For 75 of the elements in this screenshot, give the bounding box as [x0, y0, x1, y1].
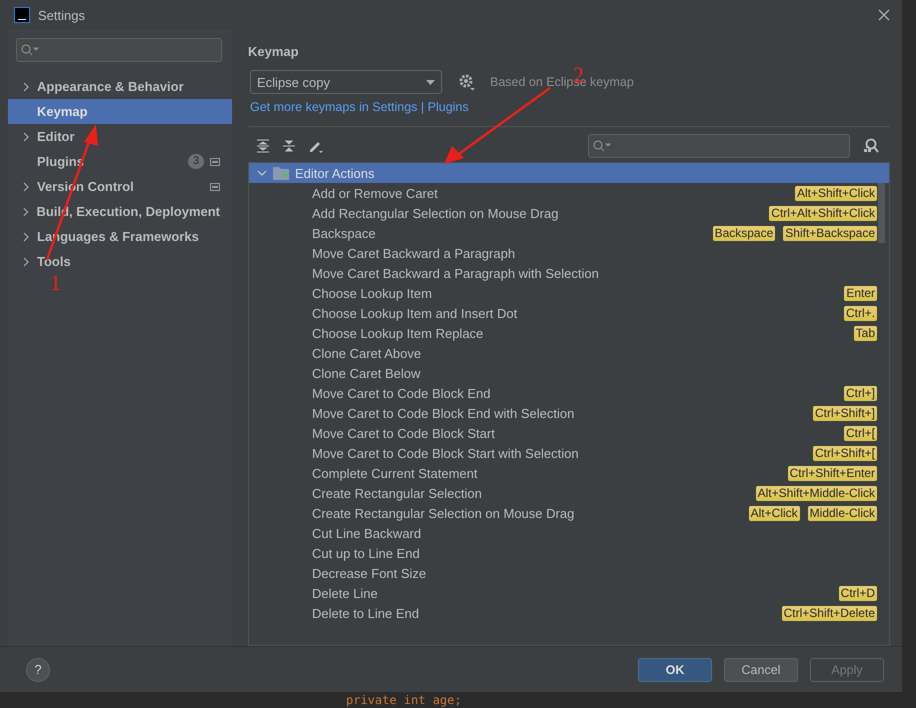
- action-name[interactable]: Create Rectangular Selection on Mouse Drag: [312, 506, 741, 520]
- chevron-icon: [23, 232, 29, 242]
- close-icon[interactable]: [878, 9, 890, 21]
- action-name[interactable]: Complete Current Statement: [312, 466, 780, 480]
- find-by-shortcut-icon[interactable]: [862, 138, 880, 154]
- help-button[interactable]: ?: [26, 658, 50, 682]
- settings-icon[interactable]: [458, 73, 476, 91]
- sidebar-item[interactable]: Appearance & Behavior: [8, 74, 232, 99]
- sidebar-item[interactable]: Editor: [8, 124, 232, 149]
- count-badge: 3: [188, 154, 204, 169]
- chevron-icon: [23, 206, 29, 216]
- sidebar-item[interactable]: Keymap: [8, 99, 232, 124]
- action-name[interactable]: Delete to Line End: [312, 606, 774, 620]
- expand-all-icon[interactable]: [256, 139, 270, 153]
- action-name[interactable]: Decrease Font Size: [312, 566, 877, 580]
- window-title: Settings: [38, 8, 86, 22]
- project-level-icon: [210, 182, 220, 190]
- collapse-all-icon[interactable]: [282, 139, 296, 153]
- action-name[interactable]: Choose Lookup Item Replace: [312, 326, 846, 340]
- shortcut-tag: Alt+Shift+Middle-Click: [756, 486, 877, 500]
- dialog-button[interactable]: Cancel: [724, 658, 798, 682]
- dialog-button[interactable]: OK: [638, 658, 712, 682]
- action-name[interactable]: Clone Caret Below: [312, 366, 877, 380]
- shortcut-tag: Ctrl+Alt+Shift+Click: [769, 206, 877, 220]
- action-name[interactable]: Clone Caret Above: [312, 346, 877, 360]
- action-name[interactable]: Choose Lookup Item: [312, 286, 836, 300]
- chevron-icon: [23, 82, 29, 92]
- action-name[interactable]: Move Caret Backward a Paragraph: [312, 246, 877, 260]
- dropdown-caret-icon: [426, 80, 435, 84]
- action-name[interactable]: Delete Line: [312, 586, 831, 600]
- panel-title: Keymap: [248, 42, 300, 61]
- action-name[interactable]: Move Caret to Code Block End with Selection: [312, 406, 805, 420]
- shortcut-tag: Ctrl+Shift+Enter: [788, 466, 877, 480]
- shortcut-tag: Tab: [854, 326, 877, 340]
- tree-group-row[interactable]: Editor Actions: [249, 163, 889, 183]
- shortcut-tag: Enter: [844, 286, 877, 300]
- shortcut-tag: Alt+Shift+Click: [794, 186, 877, 200]
- action-name[interactable]: Cut up to Line End: [312, 546, 877, 560]
- keymap-dropdown[interactable]: Eclipse copy: [250, 70, 442, 94]
- shortcut-tag: Ctrl+Shift+[: [812, 446, 877, 460]
- action-name[interactable]: Backspace: [312, 226, 705, 240]
- action-name[interactable]: Move Caret to Code Block End: [312, 386, 836, 400]
- action-name[interactable]: Add Rectangular Selection on Mouse Drag: [312, 206, 762, 220]
- chevron-icon: [23, 182, 29, 192]
- action-name[interactable]: Add or Remove Caret: [312, 186, 787, 200]
- action-name[interactable]: Move Caret to Code Block Start: [312, 426, 836, 440]
- chevron-icon: [23, 132, 29, 142]
- action-name[interactable]: Choose Lookup Item and Insert Dot: [312, 306, 836, 320]
- annotation-number: 1: [50, 272, 61, 294]
- app-logo-icon: [14, 7, 30, 23]
- action-name[interactable]: Move Caret Backward a Paragraph with Selection: [312, 266, 877, 280]
- shortcut-tag: Backspace: [712, 226, 776, 240]
- plugins-link[interactable]: Get more keymaps in Settings | Plugins: [250, 100, 890, 118]
- action-name[interactable]: Move Caret to Code Block Start with Selection: [312, 446, 805, 460]
- shortcut-tag: Alt+Click: [748, 506, 800, 520]
- shortcut-tag: Ctrl+]: [844, 386, 877, 400]
- shortcut-tag: Ctrl+Shift+Delete: [782, 606, 877, 620]
- shortcut-tag: Ctrl+[: [844, 426, 877, 440]
- shortcut-tag: Ctrl+.: [844, 306, 877, 320]
- shortcut-tag: Ctrl+Shift+]: [812, 406, 877, 420]
- search-field[interactable]: [16, 38, 222, 62]
- sidebar-item[interactable]: Tools: [8, 249, 232, 274]
- code-line: private int age;: [346, 692, 463, 708]
- action-name[interactable]: Cut Line Backward: [312, 526, 877, 540]
- search-icon: [21, 44, 39, 56]
- scrollbar[interactable]: [878, 183, 885, 243]
- search-icon: [593, 140, 611, 152]
- shortcut-tag: Ctrl+D: [838, 586, 877, 600]
- chevron-icon: [23, 256, 29, 266]
- folder-icon: [273, 166, 289, 180]
- action-name[interactable]: Create Rectangular Selection: [312, 486, 748, 500]
- shortcut-search-field[interactable]: [588, 134, 850, 158]
- project-level-icon: [210, 158, 220, 166]
- shortcut-tag: Middle-Click: [808, 506, 877, 520]
- shortcut-tag: Shift+Backspace: [783, 226, 877, 240]
